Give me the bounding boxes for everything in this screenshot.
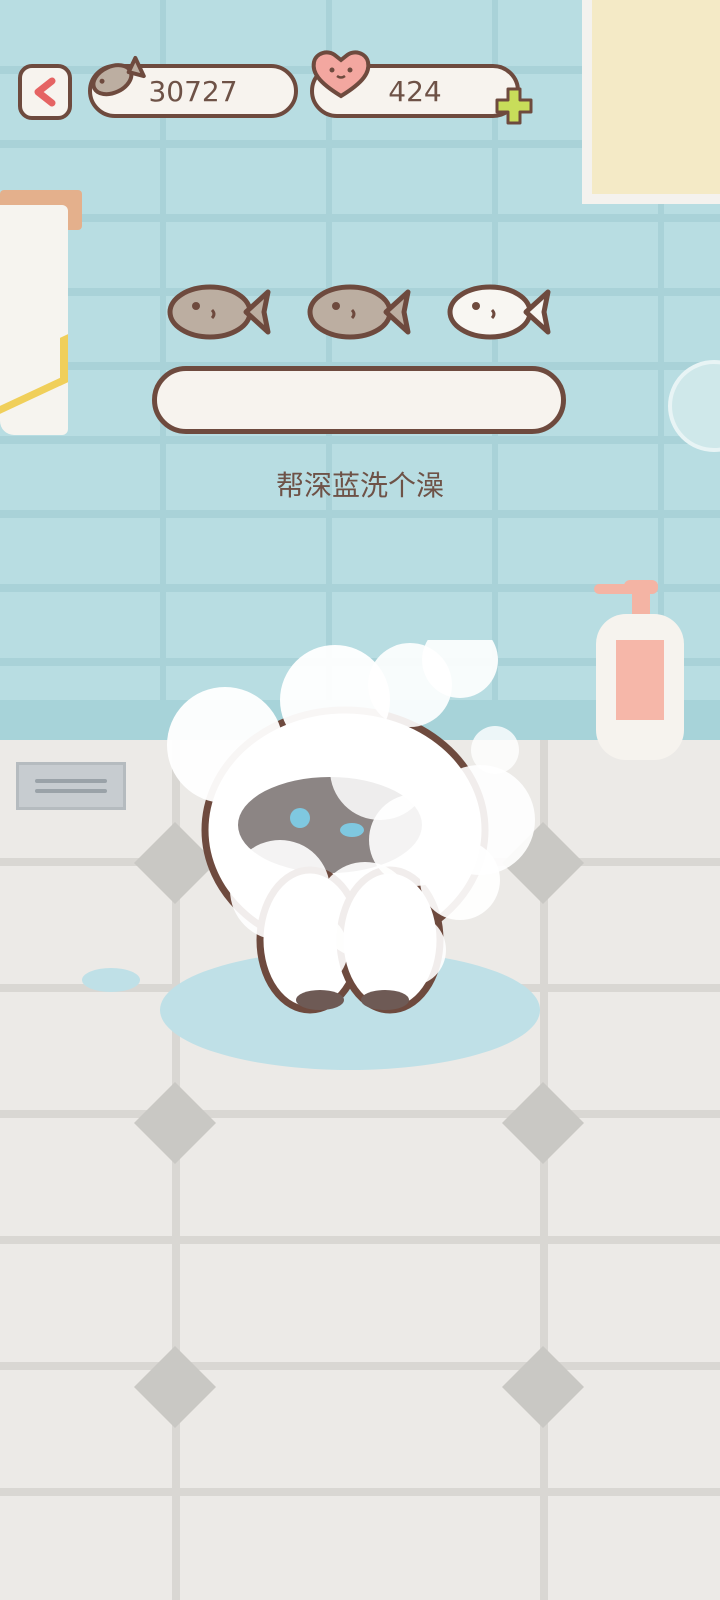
fish-count: 30727 (148, 74, 238, 108)
water-drop (82, 968, 140, 992)
fish-reward-icon (307, 284, 411, 340)
window (582, 0, 720, 204)
floor-drain (16, 762, 126, 810)
fish-reward-icon (167, 284, 271, 340)
back-button[interactable] (18, 64, 72, 120)
shampoo-bottle[interactable] (594, 580, 690, 760)
heart-count: 424 (388, 74, 442, 108)
cat-character[interactable] (160, 640, 550, 1040)
bath-progress-bar (152, 366, 566, 434)
back-arrow-icon (34, 77, 56, 107)
bathroom-scene: 30727 424 帮深蓝洗个澡 (0, 0, 720, 1600)
fish-reward-icon (447, 284, 551, 340)
task-label: 帮深蓝洗个澡 (275, 469, 444, 502)
fish-icon (91, 55, 146, 97)
plus-icon[interactable] (494, 86, 534, 126)
heart-icon (311, 50, 371, 99)
